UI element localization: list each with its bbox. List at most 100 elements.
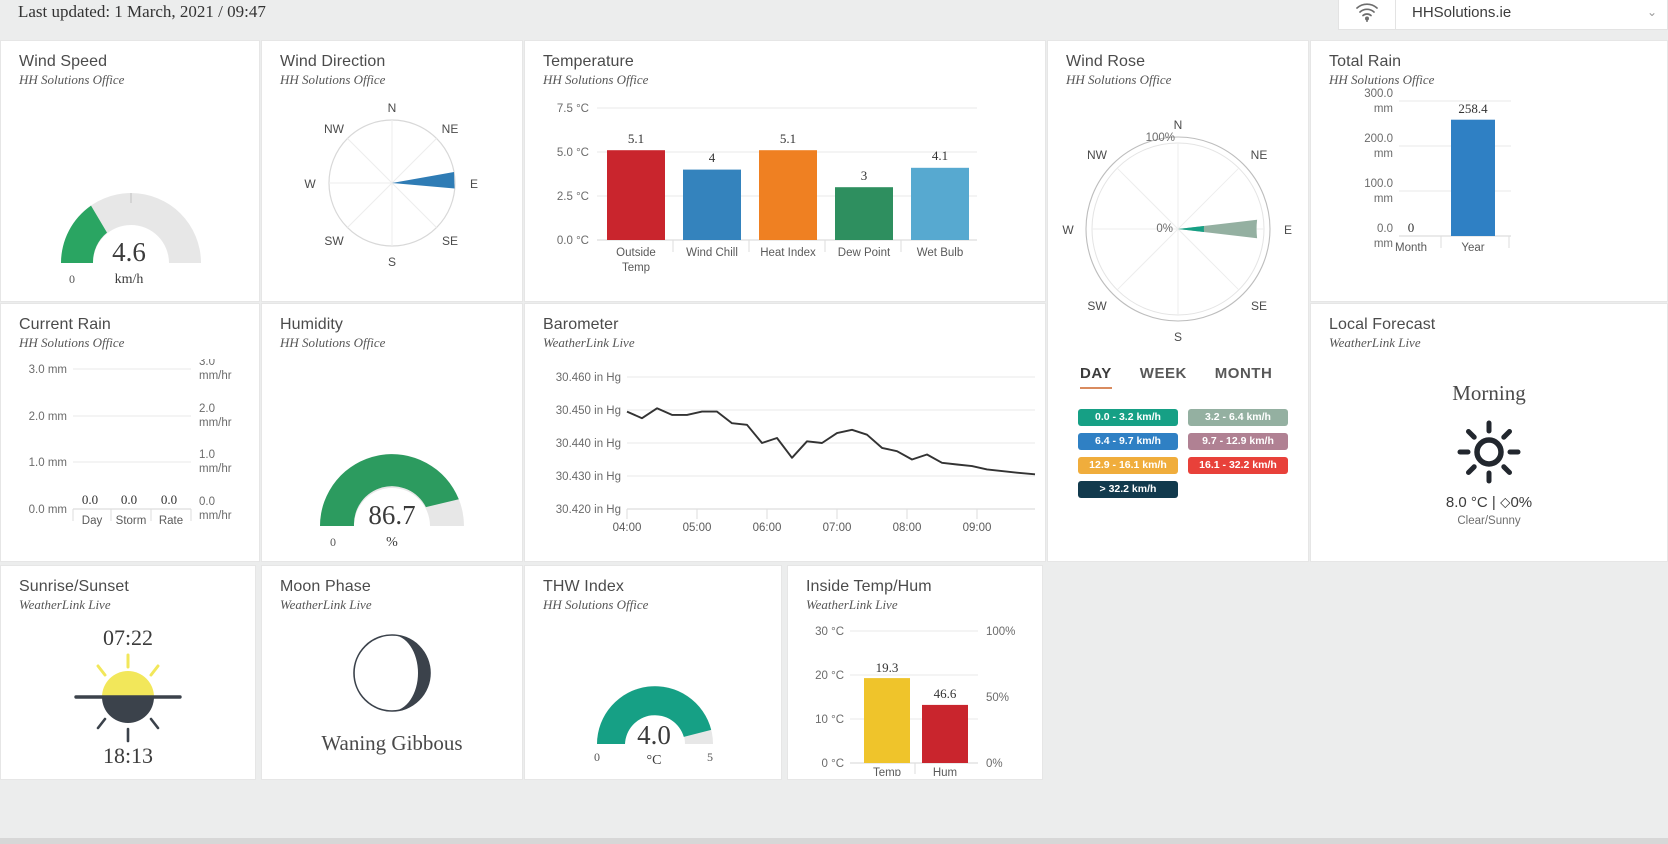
y2-tick-label: mm/hr (199, 463, 232, 475)
compass-label-sw: SW (1087, 299, 1107, 313)
x-tick-label: Year (1461, 242, 1484, 254)
legend-badge-5[interactable]: 16.1 - 32.2 km/h (1188, 457, 1288, 474)
card-total-rain: Total Rain HH Solutions Office 300.0 mm … (1310, 40, 1668, 302)
compass-label-w: W (1062, 223, 1074, 237)
gauge-value: 4.6 (112, 237, 146, 267)
temperature-bar-chart: 7.5 °C 5.0 °C 2.5 °C 0.0 °C 5.1 4 5.1 3 … (557, 103, 977, 274)
humidity-gauge: 0 86.7 % (320, 454, 464, 550)
current-rain-chart: 3.0 mm 2.0 mm 1.0 mm 0.0 mm 3.0 mm/hr 2.… (29, 359, 232, 527)
y-tick-label: 20 °C (815, 670, 844, 682)
tab-month[interactable]: MONTH (1215, 365, 1273, 389)
bar-wind-chill (683, 169, 741, 240)
bar-value-label: 4.1 (932, 148, 948, 163)
y2-tick-label: 1.0 (199, 449, 215, 461)
y2-tick-label: mm/hr (199, 370, 232, 382)
y-tick-label: 30.450 in Hg (556, 405, 621, 417)
bar-dew-point (835, 187, 893, 240)
y-tick-label: 0.0 °C (557, 235, 589, 247)
legend-badge-6[interactable]: > 32.2 km/h (1078, 481, 1178, 498)
card-source: HH Solutions Office (280, 335, 386, 350)
gauge-min-label: 0 (69, 272, 75, 286)
card-title: Sunrise/Sunset (19, 578, 129, 595)
y-tick-label: 300.0 (1364, 88, 1393, 100)
card-humidity: Humidity HH Solutions Office 0 86.7 % (261, 303, 523, 562)
bar-value-label: 0 (1408, 220, 1415, 235)
compass-label-n: N (388, 101, 397, 115)
card-title: Local Forecast (1329, 316, 1436, 333)
gauge-min-label: 0 (330, 535, 336, 549)
card-title: Total Rain (1329, 53, 1402, 70)
legend-badge-3[interactable]: 9.7 - 12.9 km/h (1188, 433, 1288, 450)
card-barometer: Barometer WeatherLink Live 30.460 in Hg … (524, 303, 1046, 562)
card-moon-phase: Moon Phase WeatherLink Live Waning Gibbo… (261, 565, 523, 780)
chevron-down-icon[interactable]: ⌄ (1647, 5, 1657, 19)
y-tick-label: 30 °C (815, 626, 844, 638)
card-title: Wind Direction (280, 53, 386, 70)
compass-label-n: N (1174, 118, 1183, 132)
card-source: HH Solutions Office (19, 335, 125, 350)
x-tick-label: Wind Chill (686, 247, 738, 259)
gauge-unit: % (386, 535, 398, 550)
compass-label-nw: NW (1087, 148, 1108, 162)
card-source: HH Solutions Office (280, 72, 386, 87)
legend-badge-4[interactable]: 12.9 - 16.1 km/h (1078, 457, 1178, 474)
forecast-temp-precip: 8.0 °C | ⬦0% (1445, 494, 1533, 511)
moon-icon (262, 631, 522, 715)
x-tick-label: Temp (873, 767, 901, 776)
inside-temp-hum-chart: 30 °C 20 °C 10 °C 0 °C 100% 50% 0% 19.3 … (815, 626, 1015, 776)
y-tick-label: mm (1374, 193, 1393, 205)
card-inside-temp-hum: Inside Temp/Hum WeatherLink Live 30 °C 2… (787, 565, 1043, 780)
legend-badge-2[interactable]: 6.4 - 9.7 km/h (1078, 433, 1178, 450)
card-source: HH Solutions Office (543, 72, 649, 87)
card-wind-rose: Wind Rose HH Solutions Office 100% 0% N … (1047, 40, 1309, 562)
y-tick-label: 0.0 mm (29, 504, 67, 516)
wind-direction-compass: N NE E SE S SW W NW (304, 101, 478, 269)
y2-tick-label: 0% (986, 758, 1003, 770)
card-source: WeatherLink Live (543, 335, 635, 350)
y-tick-label: 10 °C (815, 714, 844, 726)
gauge-max-label: 5 (707, 750, 713, 764)
y2-tick-label: 100% (986, 626, 1015, 638)
card-title: Temperature (543, 53, 634, 70)
card-source: WeatherLink Live (280, 597, 372, 612)
legend-badge-1[interactable]: 3.2 - 6.4 km/h (1188, 409, 1288, 426)
card-title: Current Rain (19, 316, 111, 333)
x-tick-label: Wet Bulb (917, 247, 963, 259)
x-tick-label: 07:00 (823, 522, 852, 534)
forecast-period: Morning (1452, 381, 1526, 405)
total-rain-bar-chart: 300.0 mm 200.0 mm 100.0 mm 0.0 mm 0 258.… (1364, 88, 1511, 254)
y-tick-label: 5.0 °C (557, 147, 589, 159)
card-wind-direction: Wind Direction HH Solutions Office N NE … (261, 40, 523, 302)
y-tick-label: 2.0 mm (29, 411, 67, 423)
x-tick-label: Temp (622, 262, 650, 274)
compass-label-se: SE (1251, 299, 1267, 313)
site-selector[interactable]: HHSolutions.ie ⌄ (1338, 0, 1668, 30)
tab-day[interactable]: DAY (1080, 365, 1112, 389)
x-tick-label: Hum (933, 767, 957, 776)
y-tick-label: 1.0 mm (29, 457, 67, 469)
tab-week[interactable]: WEEK (1140, 365, 1187, 389)
barometer-series (626, 407, 1036, 476)
y-tick-label: 200.0 (1364, 133, 1393, 145)
card-title: Moon Phase (280, 578, 371, 595)
y-tick-label: 30.440 in Hg (556, 438, 621, 450)
gauge-value: 86.7 (368, 500, 415, 530)
wind-rose-range-tabs: DAY WEEK MONTH (1080, 365, 1272, 389)
y-tick-label: 30.460 in Hg (556, 372, 621, 384)
x-tick-label: 09:00 (963, 522, 992, 534)
y-tick-label: mm (1374, 238, 1393, 250)
x-tick-label: 06:00 (753, 522, 782, 534)
gauge-value: 4.0 (637, 720, 671, 750)
legend-badge-0[interactable]: 0.0 - 3.2 km/h (1078, 409, 1178, 426)
sunrise-sunset-icon (1, 649, 255, 745)
card-wind-speed: Wind Speed HH Solutions Office 0 4.6 km/… (0, 40, 260, 302)
sun-icon (1311, 420, 1667, 484)
bar-value-label: 258.4 (1458, 101, 1488, 116)
card-temperature: Temperature HH Solutions Office 7.5 °C 5… (524, 40, 1046, 302)
card-title: Barometer (543, 316, 619, 333)
x-tick-label: 08:00 (893, 522, 922, 534)
card-source: HH Solutions Office (1066, 72, 1172, 87)
bar-outside-temp (607, 150, 665, 240)
bar-wet-bulb (911, 167, 969, 240)
compass-label-nw: NW (324, 122, 345, 136)
